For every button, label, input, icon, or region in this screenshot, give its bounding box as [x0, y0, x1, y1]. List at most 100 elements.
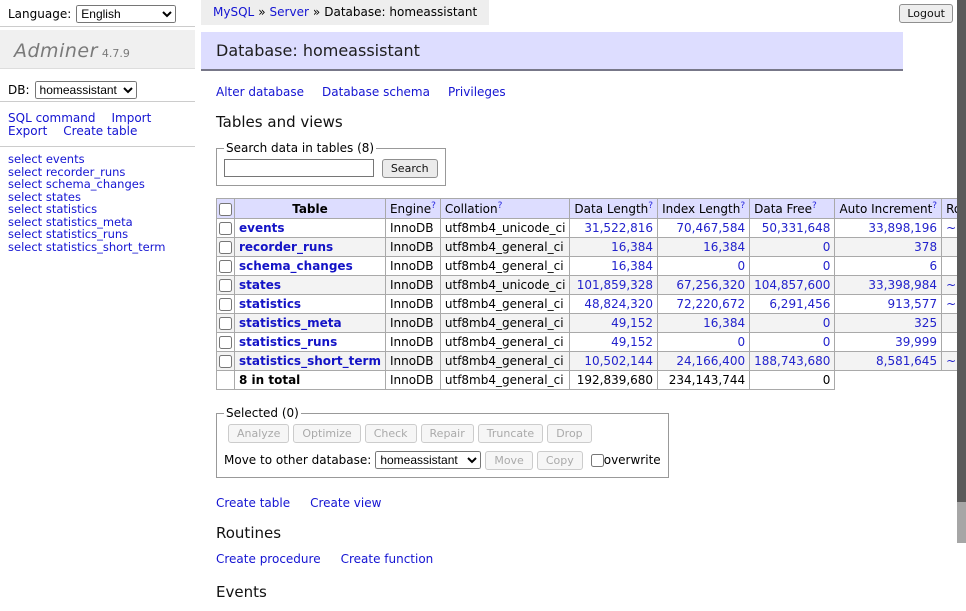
row-checkbox[interactable] [219, 355, 232, 368]
select-all-checkbox[interactable] [219, 203, 232, 216]
table-link[interactable]: statistics_runs [239, 335, 337, 349]
tables-and-views-heading: Tables and views [216, 113, 888, 131]
database-schema-link[interactable]: Database schema [322, 85, 430, 99]
table-link[interactable]: schema_changes [239, 259, 353, 273]
collation-cell: utf8mb4_general_ci [440, 352, 570, 371]
search-input[interactable] [224, 159, 374, 177]
optimize-button[interactable]: Optimize [293, 424, 360, 443]
engine-cell: InnoDB [385, 352, 440, 371]
table-row: statistics_runsInnoDButf8mb4_general_ci4… [217, 333, 966, 352]
privileges-link[interactable]: Privileges [448, 85, 506, 99]
sidebar-item-select-schema-changes[interactable]: select schema_changes [8, 178, 195, 191]
db-select[interactable]: homeassistant [35, 81, 137, 99]
auto-increment-cell: 378 [835, 238, 942, 257]
sidebar-item-select-statistics-runs[interactable]: select statistics_runs [8, 228, 195, 241]
index-length-cell: 16,384 [658, 238, 750, 257]
column-header-label: Table [292, 202, 328, 216]
table-link[interactable]: statistics [239, 297, 301, 311]
auto-increment-cell: 33,898,196 [835, 219, 942, 238]
row-checkbox[interactable] [219, 298, 232, 311]
create-view-link[interactable]: Create view [310, 496, 381, 510]
create-table-link[interactable]: Create table [216, 496, 290, 510]
row-checkbox-cell [217, 333, 235, 352]
alter-database-link[interactable]: Alter database [216, 85, 304, 99]
engine-cell: InnoDB [385, 238, 440, 257]
move-database-select[interactable]: homeassistant [375, 451, 481, 469]
search-legend: Search data in tables (8) [224, 141, 376, 155]
help-link[interactable]: ? [498, 201, 503, 211]
page-title: Database: homeassistant [201, 32, 903, 71]
help-link[interactable]: ? [812, 201, 817, 211]
breadcrumb-server-link[interactable]: Server [270, 5, 309, 19]
collation-cell: utf8mb4_general_ci [440, 333, 570, 352]
data-free-cell: 50,331,648 [750, 219, 835, 238]
table-header-row: TableEngine?Collation?Data Length?Index … [217, 199, 966, 219]
vertical-scrollbar-thumb[interactable] [957, 0, 966, 502]
total-empty-cell [217, 371, 235, 390]
logout-button[interactable]: Logout [899, 4, 953, 23]
language-select[interactable]: English [76, 5, 176, 23]
data-length-cell: 31,522,816 [570, 219, 658, 238]
row-checkbox-cell [217, 295, 235, 314]
search-button[interactable]: Search [382, 159, 438, 178]
table-link[interactable]: states [239, 278, 281, 292]
auto-increment-cell: 39,999 [835, 333, 942, 352]
search-fieldset: Search data in tables (8) Search [216, 141, 446, 186]
sidebar-actions: SQL command Import Export Create table [0, 103, 195, 147]
index-length-cell: 16,384 [658, 314, 750, 333]
overwrite-option: overwrite [591, 453, 661, 467]
engine-cell: InnoDB [385, 314, 440, 333]
copy-button[interactable]: Copy [537, 451, 583, 470]
table-link[interactable]: statistics_meta [239, 316, 342, 330]
sidebar-link-sql-command[interactable]: SQL command [8, 111, 95, 125]
row-checkbox[interactable] [219, 317, 232, 330]
vertical-scrollbar-track[interactable] [957, 0, 966, 543]
check-button[interactable]: Check [365, 424, 417, 443]
data-free-cell: 104,857,600 [750, 276, 835, 295]
row-checkbox[interactable] [219, 222, 232, 235]
row-checkbox[interactable] [219, 241, 232, 254]
sidebar-link-export[interactable]: Export [8, 124, 47, 138]
row-checkbox[interactable] [219, 336, 232, 349]
routines-heading: Routines [216, 524, 888, 542]
table-name-cell: schema_changes [235, 257, 386, 276]
engine-cell: InnoDB [385, 333, 440, 352]
table-row: statesInnoDButf8mb4_unicode_ci101,859,32… [217, 276, 966, 295]
row-checkbox-cell [217, 257, 235, 276]
column-header-engine: Engine? [385, 199, 440, 219]
collation-cell: utf8mb4_unicode_ci [440, 276, 570, 295]
sidebar-item-select-events[interactable]: select events [8, 153, 195, 166]
collation-cell: utf8mb4_general_ci [440, 238, 570, 257]
help-link[interactable]: ? [431, 201, 436, 211]
drop-button[interactable]: Drop [547, 424, 591, 443]
adminer-logo: Adminer [14, 40, 98, 62]
index-length-cell: 24,166,400 [658, 352, 750, 371]
sidebar-item-select-statistics-short-term[interactable]: select statistics_short_term [8, 241, 195, 254]
truncate-button[interactable]: Truncate [478, 424, 543, 443]
table-link[interactable]: statistics_short_term [239, 354, 381, 368]
repair-button[interactable]: Repair [421, 424, 474, 443]
column-header-data-free: Data Free? [750, 199, 835, 219]
table-link[interactable]: recorder_runs [239, 240, 333, 254]
sidebar-item-select-statistics[interactable]: select statistics [8, 203, 195, 216]
move-button[interactable]: Move [485, 451, 533, 470]
overwrite-checkbox[interactable] [591, 454, 604, 467]
table-link[interactable]: events [239, 221, 285, 235]
data-length-cell: 49,152 [570, 314, 658, 333]
row-checkbox[interactable] [219, 279, 232, 292]
row-checkbox[interactable] [219, 260, 232, 273]
help-link[interactable]: ? [648, 201, 653, 211]
create-procedure-link[interactable]: Create procedure [216, 552, 321, 566]
help-link[interactable]: ? [740, 201, 745, 211]
breadcrumb-mysql-link[interactable]: MySQL [213, 5, 254, 19]
sidebar-link-import[interactable]: Import [111, 111, 151, 125]
overwrite-label: overwrite [604, 453, 661, 467]
row-checkbox-cell [217, 352, 235, 371]
column-header-label: Data Length [574, 202, 648, 216]
analyze-button[interactable]: Analyze [228, 424, 289, 443]
create-function-link[interactable]: Create function [341, 552, 434, 566]
help-link[interactable]: ? [932, 201, 937, 211]
breadcrumb-separator: » [258, 5, 265, 19]
column-header-label: Data Free [754, 202, 812, 216]
sidebar-link-create-table[interactable]: Create table [63, 124, 137, 138]
